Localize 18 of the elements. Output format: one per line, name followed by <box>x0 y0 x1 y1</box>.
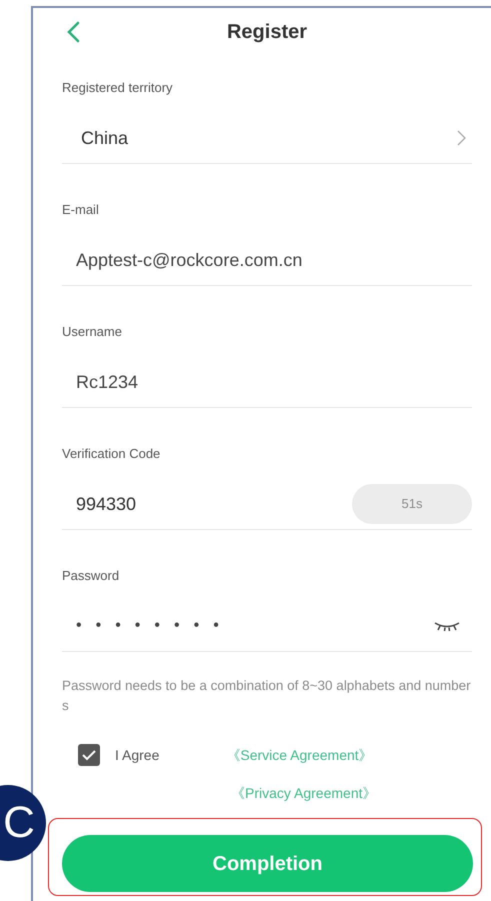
field-label: Password <box>62 567 120 585</box>
chevron-right-icon <box>457 130 466 146</box>
password-hint: Password needs to be a combination of 8~30 alphabets and numbers <box>62 677 472 715</box>
password-field[interactable]: •••••••• <box>62 614 434 638</box>
territory-select[interactable]: China <box>62 124 457 152</box>
page-title: Register <box>226 20 308 45</box>
input-field[interactable]: Rc1234 <box>62 368 472 396</box>
agree-label: I Agree <box>115 746 160 765</box>
field-label: Username <box>62 323 123 341</box>
closed-eye-icon[interactable] <box>434 620 460 632</box>
input-field[interactable]: Apptest-c@rockcore.com.cn <box>62 246 472 274</box>
code-field[interactable]: 994330 <box>62 490 352 518</box>
back-icon[interactable] <box>66 21 80 43</box>
field-label: Registered territory <box>62 79 174 97</box>
agree-checkbox[interactable] <box>78 744 100 766</box>
field-label: E-mail <box>62 201 100 219</box>
field-label: Verification Code <box>62 445 162 463</box>
check-icon <box>82 750 96 760</box>
